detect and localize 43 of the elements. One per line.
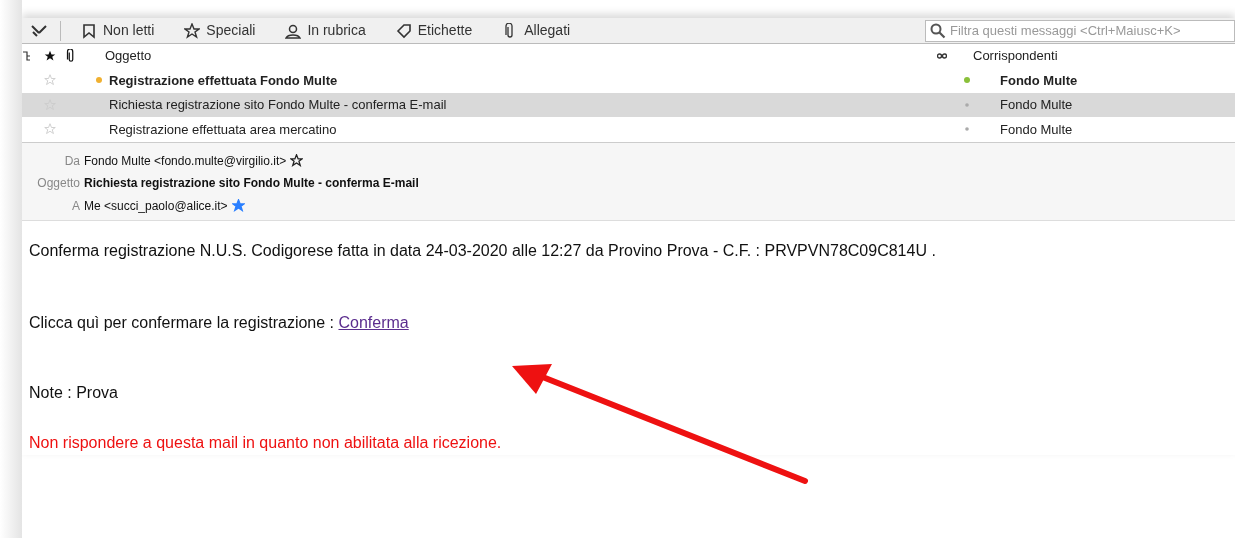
column-header[interactable]: Oggetto xyxy=(105,46,935,66)
tag-icon xyxy=(395,22,412,39)
column-header[interactable]: Corrispondenti xyxy=(973,46,1058,66)
paragraph: Conferma registrazione N.U.S. Codigorese fatta in data 24-03-2020 alle 12:27 da Provino Prova - C.F. : PRVPVN78C09C814U . xyxy=(29,241,937,261)
star-column-icon[interactable] xyxy=(44,50,56,62)
person-icon xyxy=(285,22,302,39)
filter-button[interactable]: Non letti xyxy=(77,20,159,41)
read-status-dot[interactable] xyxy=(964,101,970,108)
correspondent-text: Fondo Multe xyxy=(1000,71,1078,90)
star-icon[interactable] xyxy=(290,154,304,168)
thread-icon[interactable] xyxy=(22,50,30,62)
header-label: Da xyxy=(63,152,81,170)
paragraph: Note : Prova xyxy=(29,383,119,403)
confirm-link[interactable]: Conferma xyxy=(338,314,409,331)
subject-text: Registrazione effettuata area mercatino xyxy=(109,120,338,139)
attachment-column-icon[interactable] xyxy=(66,49,76,63)
header-label: A xyxy=(71,197,81,215)
read-status-dot[interactable] xyxy=(964,77,970,84)
star-icon xyxy=(184,22,201,39)
header-label: Oggetto xyxy=(36,175,81,193)
filter-button[interactable]: Allegati xyxy=(498,20,575,41)
read-status-dot[interactable] xyxy=(964,126,970,133)
subject-text: Registrazione effettuata Fondo Multe xyxy=(109,71,339,90)
correspondent-text: Fondo Multe xyxy=(1000,96,1073,114)
bookmark-icon xyxy=(81,22,97,39)
message-row[interactable]: Registrazione effettuata area mercatino Fondo Multe xyxy=(22,117,1235,142)
search-icon xyxy=(930,22,946,39)
warning-text: Non rispondere a questa mail in quanto non abilitata alla ricezione. xyxy=(29,433,503,453)
correspondent-text: Fondo Multe xyxy=(1000,120,1073,139)
filter-button[interactable]: Etichette xyxy=(391,20,477,41)
message-row[interactable]: Richiesta registrazione sito Fondo Multe - conferma E-mail Fondo Multe xyxy=(22,92,1235,117)
header-value: Me <succi_paolo@alice.it> xyxy=(84,197,228,215)
message-row[interactable]: Registrazione effettuata Fondo Multe Fondo Multe xyxy=(22,68,1235,93)
read-status-column-icon[interactable] xyxy=(937,53,947,59)
paragraph: Clicca quì per confermare la registrazione : Conferma xyxy=(29,313,410,333)
filter-search-field[interactable]: Filtra questi messaggi <Ctrl+Maiusc+K> xyxy=(925,19,1235,42)
filter-button[interactable]: Speciali xyxy=(180,20,260,41)
header-value: Richiesta registrazione sito Fondo Multe - conferma E-mail xyxy=(84,175,419,193)
header-value: Fondo Multe <fondo.multe@virgilio.it> xyxy=(84,152,287,170)
filter-button[interactable]: In rubrica xyxy=(281,20,370,41)
quick-filter-icon[interactable] xyxy=(30,22,48,39)
subject-text: Richiesta registrazione sito Fondo Multe - conferma E-mail xyxy=(109,96,448,114)
star-icon[interactable] xyxy=(231,199,245,213)
